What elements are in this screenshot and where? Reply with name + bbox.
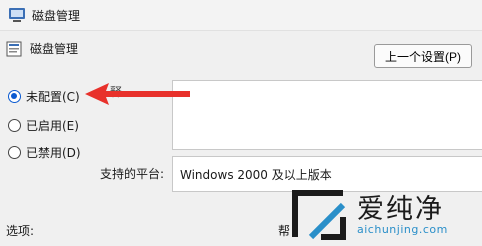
watermark-logo-icon xyxy=(292,190,346,240)
watermark: 爱纯净 aichunjing.com xyxy=(291,183,482,246)
comment-textbox[interactable] xyxy=(172,80,482,150)
supported-platform-label: 支持的平台: xyxy=(100,167,165,181)
window-title: 磁盘管理 xyxy=(32,9,81,23)
radio-indicator-checked[interactable] xyxy=(8,90,21,103)
help-label: 帮 xyxy=(278,224,291,238)
watermark-text: 爱纯净 xyxy=(357,194,444,225)
radio-label-disabled: 已禁用(D) xyxy=(26,146,81,160)
disk-management-icon xyxy=(9,8,25,22)
supported-platform-value: Windows 2000 及以上版本 xyxy=(180,168,332,182)
setting-title: 磁盘管理 xyxy=(30,42,79,56)
previous-setting-button[interactable]: 上一个设置(P) xyxy=(374,44,472,68)
options-label: 选项: xyxy=(6,224,35,238)
radio-enabled[interactable]: 已启用(E) xyxy=(8,117,79,134)
radio-label-enabled: 已启用(E) xyxy=(26,119,79,133)
radio-disabled[interactable]: 已禁用(D) xyxy=(8,144,81,161)
radio-indicator[interactable] xyxy=(8,119,21,132)
radio-not-configured[interactable]: 未配置(C) xyxy=(8,88,80,105)
watermark-url: aichunjing.com xyxy=(357,223,448,236)
radio-label-not-configured: 未配置(C) xyxy=(26,90,80,104)
radio-indicator[interactable] xyxy=(8,146,21,159)
title-bar: 磁盘管理 xyxy=(0,0,482,31)
red-arrow-annotation xyxy=(85,83,190,105)
policy-setting-icon xyxy=(6,41,22,57)
